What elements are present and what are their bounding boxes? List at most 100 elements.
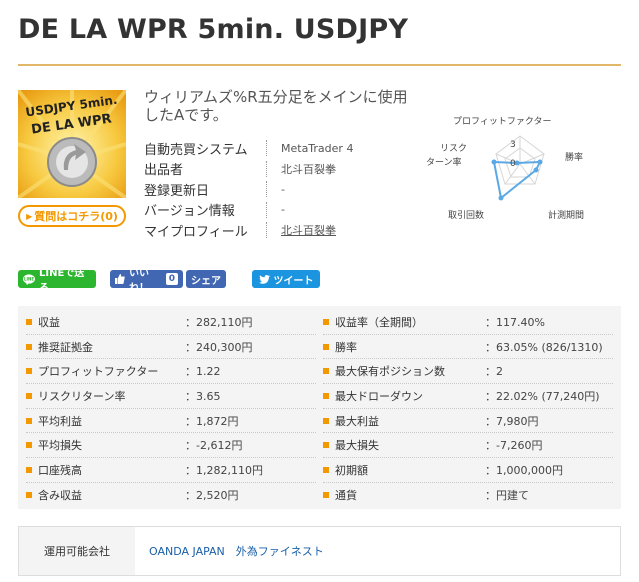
like-count: 0 — [165, 273, 178, 285]
like-label: いいね！ — [129, 268, 149, 294]
bullet-square-icon — [26, 318, 32, 325]
radar-scale-zero: 0 — [510, 159, 516, 169]
stat-row: リスクリターン率 ：3.65 — [26, 384, 316, 409]
stat-row: 平均利益 ：1,872円 — [26, 409, 316, 434]
line-share-label: LINEで送る — [39, 268, 85, 294]
bullet-square-icon — [26, 466, 32, 473]
info-row-updated: 登録更新日 - — [144, 179, 424, 200]
radar-label-period: 計測期間 — [548, 211, 585, 221]
stat-row: 収益 ：282,110円 — [26, 310, 316, 335]
bullet-square-icon — [26, 392, 32, 399]
info-row-profile: マイプロフィール 北斗百裂拳 — [144, 220, 424, 241]
line-share-button[interactable]: LINE LINEで送る — [18, 268, 96, 294]
bullet-square-icon — [26, 492, 32, 499]
info-label: 自動売買システム — [144, 142, 248, 158]
stat-row: 含み収益 ：2,520円 — [26, 483, 316, 508]
stat-value: ：1,872円 — [185, 414, 239, 428]
info-row-seller: 出品者 北斗百裂拳 — [144, 159, 424, 180]
stat-value: ：282,110円 — [185, 315, 253, 329]
stat-label: 最大損失 — [335, 439, 379, 453]
twitter-bird-icon — [258, 274, 270, 284]
stat-value: ：240,300円 — [185, 340, 253, 354]
play-icon: ▶ — [26, 211, 33, 221]
stat-row: 推奨証拠金 ：240,300円 — [26, 335, 316, 360]
stat-value: ：22.02% (77,240円) — [485, 389, 600, 403]
stat-label: 推奨証拠金 — [38, 340, 93, 354]
stat-value: ：117.40% — [485, 315, 545, 329]
stat-label: 勝率 — [335, 340, 357, 354]
stat-label: リスクリターン率 — [38, 389, 126, 403]
bullet-square-icon — [323, 343, 329, 350]
stat-label: 平均利益 — [38, 414, 82, 428]
stat-row: 初期額 ：1,000,000円 — [323, 458, 613, 483]
info-row-version: バージョン情報 - — [144, 200, 424, 221]
radar-label-pf: プロフィットファクター — [453, 117, 552, 127]
broker-value[interactable]: OANDA JAPAN 外為ファイネスト — [135, 527, 324, 575]
thumbs-up-icon — [115, 274, 125, 284]
bullet-square-icon — [26, 417, 32, 424]
stat-value: ：1,000,000円 — [485, 463, 563, 477]
radar-label-winrate: 勝率 — [565, 153, 584, 163]
bullet-square-icon — [323, 368, 329, 375]
stat-row: プロフィットファクター ：1.22 — [26, 359, 316, 385]
stat-row: 最大利益 ：7,980円 — [323, 409, 613, 434]
stat-row: 最大保有ポジション数 ：2 — [323, 359, 613, 385]
bullet-square-icon — [323, 492, 329, 499]
bullet-square-icon — [26, 368, 32, 375]
stat-label: 口座残高 — [38, 463, 82, 477]
question-button-label: 質問はコチラ(0) — [34, 210, 118, 223]
title-divider — [18, 64, 621, 66]
stat-value: ：円建て — [485, 489, 529, 503]
stat-label: 通貨 — [335, 489, 357, 503]
product-info: 自動売買システム MetaTrader 4 出品者 北斗百裂拳 登録更新日 - … — [144, 138, 424, 241]
stats-left-column: 収益 ：282,110円 推奨証拠金 ：240,300円 プロフィットファクター ：1… — [26, 310, 316, 508]
bullet-square-icon — [26, 442, 32, 449]
profile-link[interactable]: 北斗百裂拳 — [281, 222, 336, 238]
stat-value: ：63.05% (826/1310) — [485, 340, 603, 354]
stat-row: 口座残高 ：1,282,110円 — [26, 458, 316, 483]
bullet-square-icon — [323, 466, 329, 473]
info-label: 出品者 — [144, 163, 184, 179]
info-value: - — [281, 203, 285, 217]
stat-value: ：3.65 — [185, 389, 221, 403]
like-button[interactable]: いいね！ 0 — [110, 268, 183, 294]
stat-label: 収益率（全期間） — [335, 315, 423, 329]
info-value: 北斗百裂拳 — [281, 162, 336, 176]
radar-scale-max: 3 — [510, 140, 516, 150]
broker-table: 運用可能会社 OANDA JAPAN 外為ファイネスト — [18, 526, 621, 576]
stat-label: 最大利益 — [335, 414, 379, 428]
stat-label: 初期額 — [335, 463, 368, 477]
svg-text:LINE: LINE — [24, 276, 34, 281]
info-value: MetaTrader 4 — [281, 141, 354, 155]
tweet-button[interactable]: ツイート — [252, 270, 320, 288]
bullet-square-icon — [323, 318, 329, 325]
bullet-square-icon — [323, 442, 329, 449]
stat-value: ：-7,260円 — [485, 439, 543, 453]
stat-label: プロフィットファクター — [38, 365, 159, 379]
bullet-square-icon — [26, 343, 32, 350]
stats-panel: 収益 ：282,110円 推奨証拠金 ：240,300円 プロフィットファクター ：1… — [18, 306, 621, 509]
stat-row: 最大損失 ：-7,260円 — [323, 433, 613, 459]
stat-row: 平均損失 ：-2,612円 — [26, 433, 316, 459]
stat-label: 平均損失 — [38, 439, 82, 453]
stat-value: ：-2,612円 — [185, 439, 243, 453]
radar-chart: プロフィットファクター 勝率 計測期間 取引回数 リスク ターン率 3 0 — [420, 108, 630, 223]
info-row-system: 自動売買システム MetaTrader 4 — [144, 138, 424, 159]
share-button[interactable]: シェア — [186, 270, 226, 288]
info-label: 登録更新日 — [144, 183, 210, 199]
radar-label-risk: リスク — [440, 144, 468, 154]
page-title: DE LA WPR 5min. USDJPY — [18, 14, 409, 45]
info-value: - — [281, 182, 285, 196]
radar-label-return: ターン率 — [426, 158, 462, 168]
info-label: バージョン情報 — [144, 204, 235, 220]
stat-value: ：1,282,110円 — [185, 463, 263, 477]
stat-value: ：7,980円 — [485, 414, 539, 428]
question-button[interactable]: ▶ 質問はコチラ(0) — [18, 205, 126, 227]
info-label: マイプロフィール — [144, 224, 248, 240]
stat-value: ：2,520円 — [185, 489, 239, 503]
line-icon: LINE — [23, 273, 35, 285]
tweet-label: ツイート — [273, 275, 314, 287]
stat-value: ：1.22 — [185, 365, 221, 379]
product-thumbnail[interactable]: USDJPY 5min. DE LA WPR — [18, 90, 126, 198]
bullet-square-icon — [323, 417, 329, 424]
